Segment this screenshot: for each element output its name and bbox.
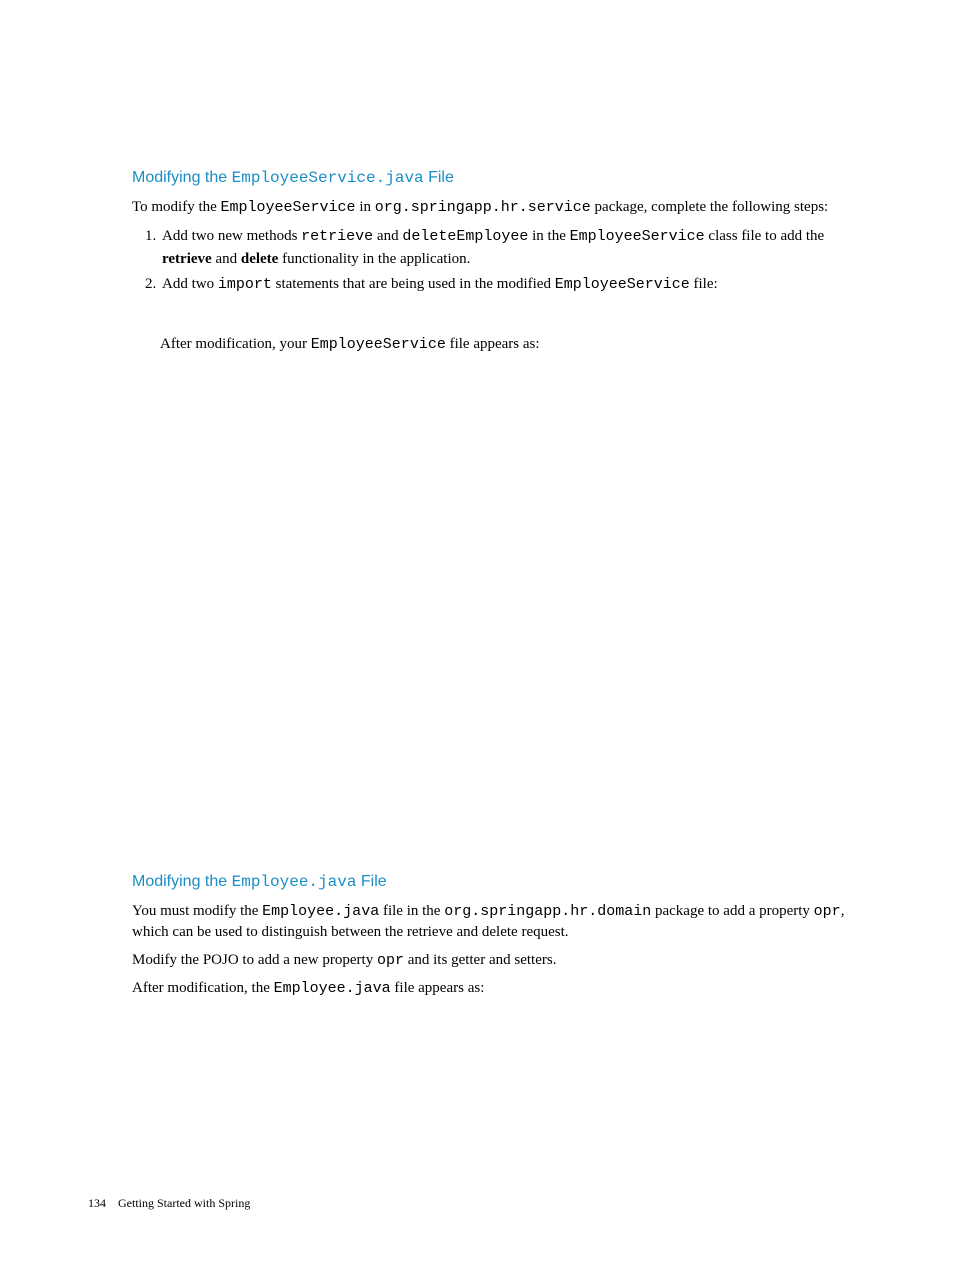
step-1: Add two new methods retrieve and deleteE… <box>160 225 869 271</box>
section2-heading: Modifying the Employee.java File <box>132 872 869 893</box>
code-text: retrieve <box>301 228 373 245</box>
text: statements that are being used in the mo… <box>272 276 555 292</box>
section2-p3: After modification, the Employee.java fi… <box>132 978 869 1000</box>
text: After modification, your <box>160 336 311 352</box>
text: file in the <box>379 903 444 919</box>
code-text: EmployeeService <box>221 199 356 216</box>
text: file appears as: <box>446 336 540 352</box>
code-text: import <box>218 276 272 293</box>
text: package, complete the following steps: <box>591 199 828 215</box>
text: in <box>356 199 375 215</box>
code-text: opr <box>814 903 841 920</box>
heading-prefix: Modifying the <box>132 873 232 890</box>
heading-suffix: File <box>424 169 454 186</box>
step-2: Add two import statements that are being… <box>160 273 869 297</box>
code-text: EmployeeService <box>570 228 705 245</box>
code-text: EmployeeService <box>311 336 446 353</box>
text: and <box>373 228 402 244</box>
text: package to add a property <box>651 903 813 919</box>
heading-code: Employee.java <box>232 873 357 891</box>
text: You must modify the <box>132 903 262 919</box>
section2-p2: Modify the POJO to add a new property op… <box>132 950 869 972</box>
text: file: <box>690 276 718 292</box>
spacer <box>132 362 869 872</box>
page-number: 134 <box>88 1196 106 1210</box>
code-text: Employee.java <box>262 903 379 920</box>
heading-prefix: Modifying the <box>132 169 232 186</box>
text: Add two <box>162 276 218 292</box>
code-text: org.springapp.hr.service <box>375 199 591 216</box>
bold-text: retrieve <box>162 251 212 267</box>
text: and its getter and setters. <box>404 952 556 968</box>
page-content: Modifying the EmployeeService.java File … <box>0 0 954 1000</box>
bold-text: delete <box>241 251 278 267</box>
steps-list: Add two new methods retrieve and deleteE… <box>132 225 869 297</box>
after-mod-1: After modification, your EmployeeService… <box>160 334 869 356</box>
text: functionality in the application. <box>278 251 470 267</box>
code-text: deleteEmployee <box>402 228 528 245</box>
footer-title: Getting Started with Spring <box>118 1196 250 1210</box>
text: in the <box>528 228 569 244</box>
text: To modify the <box>132 199 221 215</box>
code-text: org.springapp.hr.domain <box>444 903 651 920</box>
section2-p1: You must modify the Employee.java file i… <box>132 901 869 945</box>
spacer <box>132 306 869 334</box>
heading-code: EmployeeService.java <box>232 169 424 187</box>
heading-suffix: File <box>356 873 386 890</box>
text: Add two new methods <box>162 228 301 244</box>
text: After modification, the <box>132 980 274 996</box>
code-text: EmployeeService <box>555 276 690 293</box>
text: file appears as: <box>391 980 485 996</box>
code-text: opr <box>377 952 404 969</box>
page-footer: 134 Getting Started with Spring <box>88 1196 250 1211</box>
section1-heading: Modifying the EmployeeService.java File <box>132 168 869 189</box>
code-text: Employee.java <box>274 980 391 997</box>
section1-intro: To modify the EmployeeService in org.spr… <box>132 197 869 219</box>
text: class file to add the <box>705 228 825 244</box>
text: and <box>212 251 241 267</box>
text: Modify the POJO to add a new property <box>132 952 377 968</box>
